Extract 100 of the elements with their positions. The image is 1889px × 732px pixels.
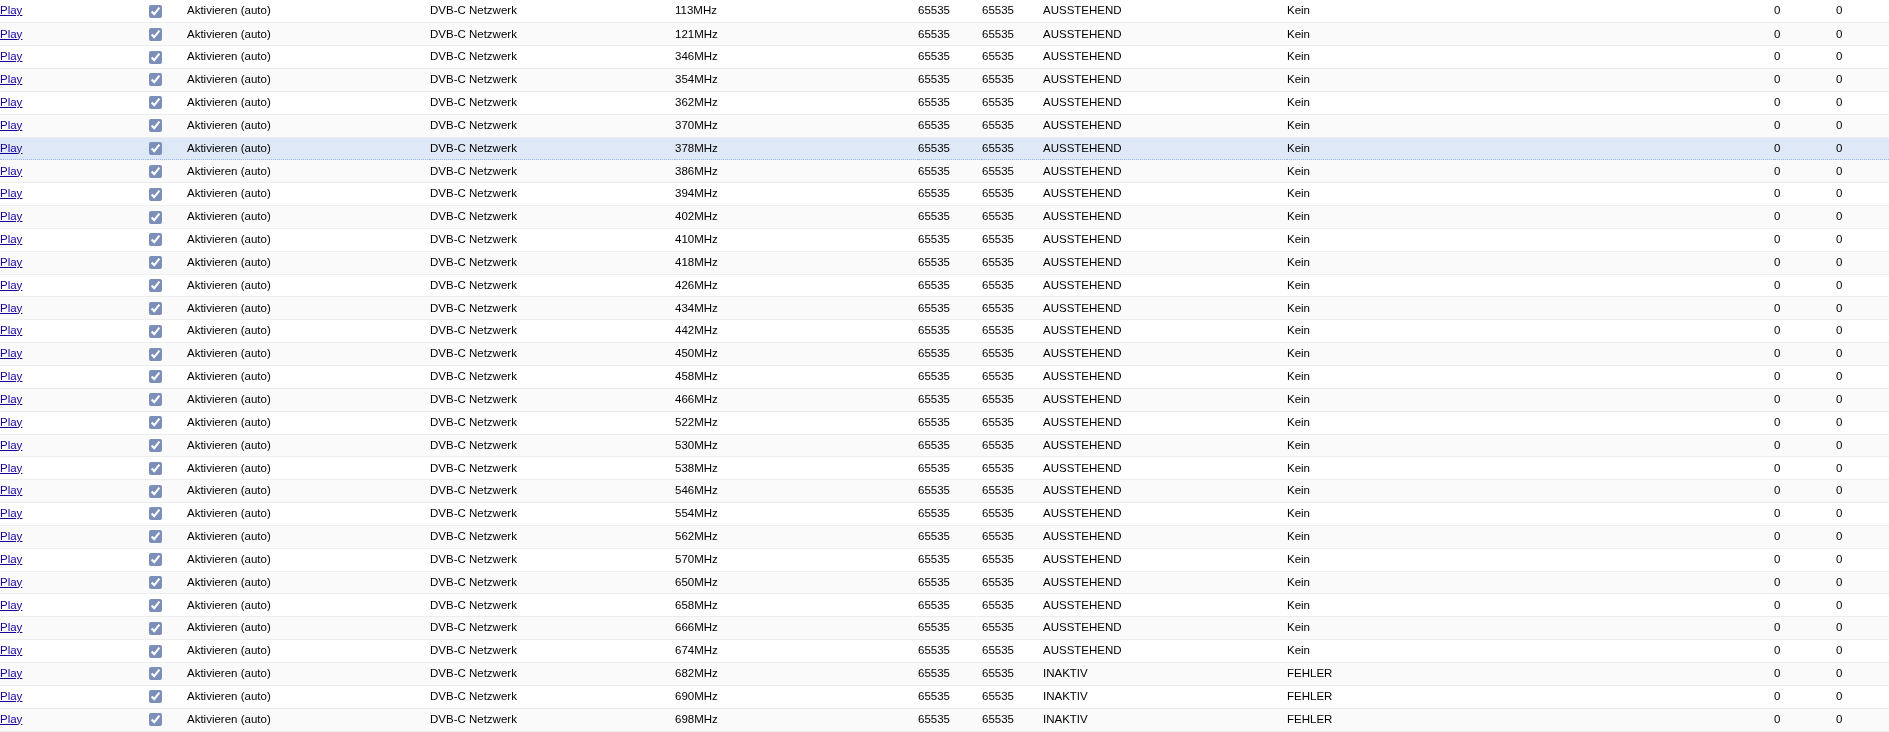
play-link[interactable]: Play xyxy=(0,667,23,680)
row-highlight[interactable]: Play xyxy=(0,639,148,663)
play-link[interactable]: Play xyxy=(0,118,23,131)
row-highlight[interactable]: Play xyxy=(0,548,148,572)
play-link[interactable]: Play xyxy=(0,461,23,474)
enable-checkbox[interactable] xyxy=(149,416,162,430)
enable-checkbox[interactable] xyxy=(149,27,162,41)
row-highlight[interactable]: Play xyxy=(0,45,148,69)
enable-checkbox[interactable] xyxy=(149,530,162,544)
row-highlight[interactable]: Play xyxy=(0,296,148,320)
play-link[interactable]: Play xyxy=(0,27,23,40)
play-link[interactable]: Play xyxy=(0,552,23,565)
row-highlight[interactable]: Play xyxy=(0,456,148,480)
row-highlight[interactable]: Play xyxy=(0,411,148,435)
row-highlight[interactable]: Play xyxy=(0,228,148,252)
enable-checkbox[interactable] xyxy=(149,233,162,247)
row-highlight[interactable]: Play xyxy=(0,685,148,709)
play-link[interactable]: Play xyxy=(0,370,23,383)
row-highlight[interactable]: Play xyxy=(0,22,148,46)
row-highlight[interactable]: Play xyxy=(0,159,148,183)
enable-checkbox[interactable] xyxy=(149,256,162,270)
value-text: 0 xyxy=(1774,302,1781,315)
row-highlight[interactable]: Play xyxy=(0,114,148,138)
play-link[interactable]: Play xyxy=(0,690,23,702)
enable-checkbox[interactable] xyxy=(149,279,162,293)
status-text: AUSSTEHEND xyxy=(1043,119,1122,132)
row-highlight[interactable]: Play xyxy=(0,68,148,92)
row-highlight[interactable]: Play xyxy=(0,571,148,594)
row-highlight[interactable]: Play xyxy=(0,342,148,366)
count-text: 65535 xyxy=(918,142,950,155)
enable-checkbox[interactable] xyxy=(149,621,162,635)
enable-checkbox[interactable] xyxy=(149,50,162,64)
enable-checkbox[interactable] xyxy=(149,690,162,704)
enable-checkbox[interactable] xyxy=(149,644,162,658)
play-link[interactable]: Play xyxy=(0,187,23,200)
row-highlight[interactable]: Play xyxy=(0,525,148,549)
play-link[interactable]: Play xyxy=(0,96,23,109)
enable-checkbox[interactable] xyxy=(149,484,162,498)
enable-checkbox[interactable] xyxy=(149,119,162,133)
enable-checkbox[interactable] xyxy=(149,187,162,201)
play-link[interactable]: Play xyxy=(0,255,23,268)
play-link[interactable]: Play xyxy=(0,598,23,611)
play-link[interactable]: Play xyxy=(0,301,23,314)
play-link[interactable]: Play xyxy=(0,233,23,246)
row-highlight[interactable]: Play xyxy=(0,616,148,640)
enable-checkbox[interactable] xyxy=(149,393,162,407)
frequency-text: 362MHz xyxy=(675,97,718,109)
row-highlight[interactable]: Play xyxy=(0,319,148,343)
row-highlight[interactable]: Play xyxy=(0,593,148,617)
play-link[interactable]: Play xyxy=(0,50,23,63)
enable-checkbox[interactable] xyxy=(149,164,162,178)
enable-checkbox[interactable] xyxy=(149,142,162,155)
enable-checkbox[interactable] xyxy=(149,461,162,475)
enable-checkbox[interactable] xyxy=(149,96,162,110)
row-highlight[interactable]: Play xyxy=(0,365,148,389)
enable-checkbox[interactable] xyxy=(149,598,162,612)
enable-checkbox[interactable] xyxy=(149,713,162,727)
play-link[interactable]: Play xyxy=(0,347,23,360)
row-highlight[interactable]: Play xyxy=(0,388,148,412)
enable-checkbox[interactable] xyxy=(149,301,162,315)
play-link[interactable]: Play xyxy=(0,324,23,337)
row-highlight[interactable]: Play xyxy=(0,137,148,160)
row-highlight[interactable]: Play xyxy=(0,708,148,731)
row-highlight[interactable]: Play xyxy=(0,182,148,206)
play-link[interactable]: Play xyxy=(0,644,23,657)
play-link[interactable]: Play xyxy=(0,507,23,520)
enable-checkbox[interactable] xyxy=(149,576,162,589)
play-link[interactable]: Play xyxy=(0,415,23,428)
enable-checkbox[interactable] xyxy=(149,324,162,338)
play-link[interactable]: Play xyxy=(0,278,23,291)
play-link[interactable]: Play xyxy=(0,4,23,17)
play-link[interactable]: Play xyxy=(0,575,23,588)
enable-checkbox[interactable] xyxy=(149,667,162,681)
play-link[interactable]: Play xyxy=(0,141,23,154)
row-highlight[interactable]: Play xyxy=(0,251,148,275)
enable-checkbox[interactable] xyxy=(149,210,162,224)
row-highlight[interactable]: Play xyxy=(0,274,148,297)
enable-checkbox[interactable] xyxy=(149,347,162,361)
row-highlight[interactable]: Play xyxy=(0,502,148,526)
enable-checkbox[interactable] xyxy=(149,73,162,87)
play-link[interactable]: Play xyxy=(0,438,23,451)
play-link[interactable]: Play xyxy=(0,73,23,86)
row-highlight[interactable]: Play xyxy=(0,0,148,23)
row-highlight[interactable]: Play xyxy=(0,479,148,503)
enable-checkbox[interactable] xyxy=(149,507,162,521)
play-link[interactable]: Play xyxy=(0,393,23,405)
enable-checkbox[interactable] xyxy=(149,553,162,567)
row-highlight[interactable]: Play xyxy=(0,434,148,457)
play-link[interactable]: Play xyxy=(0,621,23,634)
enable-checkbox[interactable] xyxy=(149,4,162,18)
enable-checkbox[interactable] xyxy=(149,370,162,384)
play-link[interactable]: Play xyxy=(0,210,23,223)
play-link[interactable]: Play xyxy=(0,164,23,177)
row-highlight[interactable]: Play xyxy=(0,91,148,115)
row-highlight[interactable]: Play xyxy=(0,662,148,686)
row-highlight[interactable]: Play xyxy=(0,205,148,229)
play-link[interactable]: Play xyxy=(0,484,23,497)
play-link[interactable]: Play xyxy=(0,530,23,543)
play-link[interactable]: Play xyxy=(0,712,23,725)
enable-checkbox[interactable] xyxy=(149,438,162,452)
